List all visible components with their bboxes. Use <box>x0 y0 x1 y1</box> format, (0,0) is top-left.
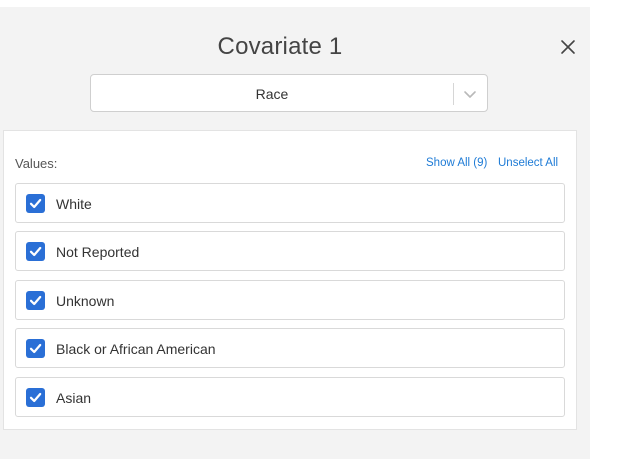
dialog-title: Covariate 1 <box>217 33 343 60</box>
checkmark-icon <box>29 392 42 403</box>
select-value: Race <box>255 86 289 102</box>
checkmark-icon <box>29 343 42 354</box>
checkbox[interactable] <box>26 339 45 358</box>
checkmark-icon <box>29 246 42 257</box>
select-separator <box>453 83 454 105</box>
checkbox[interactable] <box>26 388 45 407</box>
chevron-down-icon[interactable] <box>461 85 479 103</box>
checkmark-icon <box>29 198 42 209</box>
value-item-unknown[interactable]: Unknown <box>15 280 565 320</box>
value-item-asian[interactable]: Asian <box>15 377 565 417</box>
covariate-dialog: Covariate 1 Race Values: Show All (9) Un… <box>0 7 590 459</box>
value-item-label: Not Reported <box>56 244 140 260</box>
value-item-black-or-african-american[interactable]: Black or African American <box>15 328 565 368</box>
value-item-not-reported[interactable]: Not Reported <box>15 231 565 271</box>
value-item-label: Black or African American <box>56 341 216 357</box>
values-card: Values: Show All (9) Unselect All White … <box>3 130 577 430</box>
value-item-label: Unknown <box>56 293 115 309</box>
close-button[interactable] <box>556 35 580 59</box>
checkbox[interactable] <box>26 194 45 213</box>
close-icon <box>561 40 575 54</box>
show-all-link[interactable]: Show All (9) <box>426 157 487 169</box>
values-label: Values: <box>15 156 58 171</box>
value-item-label: White <box>56 196 92 212</box>
covariate-select[interactable]: Race <box>90 74 488 112</box>
unselect-all-link[interactable]: Unselect All <box>498 157 558 169</box>
checkbox[interactable] <box>26 291 45 310</box>
checkbox[interactable] <box>26 242 45 261</box>
value-item-white[interactable]: White <box>15 183 565 223</box>
value-item-label: Asian <box>56 390 92 406</box>
checkmark-icon <box>29 295 42 306</box>
